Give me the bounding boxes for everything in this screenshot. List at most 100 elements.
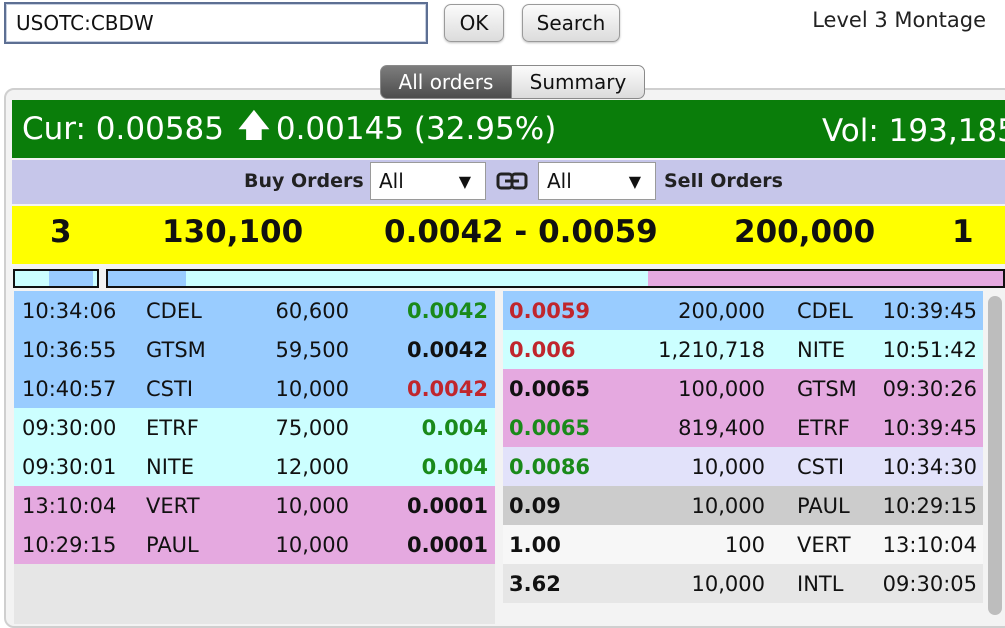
order-price: 0.0065 <box>509 377 591 401</box>
market-maker: CSTI <box>797 455 845 479</box>
order-time: 10:34:30 <box>882 455 977 479</box>
sell-order-row[interactable]: 0.0059 200,000 CDEL 10:39:45 <box>503 291 983 330</box>
order-price: 0.09 <box>509 494 561 518</box>
buy-table-empty-area <box>14 564 495 624</box>
order-time: 13:10:04 <box>882 533 977 557</box>
inside-market-summary: 3 130,100 0.0042 - 0.0059 200,000 1 <box>12 206 1005 264</box>
order-time: 10:36:55 <box>22 338 117 362</box>
order-size: 10,000 <box>275 377 349 401</box>
volume: Vol: 193,185 <box>822 113 1005 149</box>
order-size: 10,000 <box>275 533 349 557</box>
order-time: 09:30:00 <box>22 416 117 440</box>
order-time: 09:30:01 <box>22 455 117 479</box>
bid-size: 130,100 <box>162 214 304 250</box>
order-size: 10,000 <box>275 494 349 518</box>
market-maker: CDEL <box>797 299 853 323</box>
order-time: 10:51:42 <box>882 338 977 362</box>
buy-order-row[interactable]: 10:29:15 PAUL 10,000 0.0001 <box>14 525 495 564</box>
order-price: 0.006 <box>509 338 576 362</box>
buy-order-row[interactable]: 10:40:57 CSTI 10,000 0.0042 <box>14 369 495 408</box>
tab-all-orders[interactable]: All orders <box>380 65 512 99</box>
sell-order-row[interactable]: 1.00 100 VERT 13:10:04 <box>503 525 983 564</box>
spread: 0.0042 - 0.0059 <box>384 214 658 250</box>
order-price: 0.0065 <box>509 416 591 440</box>
order-price: 3.62 <box>509 572 561 596</box>
buy-order-row[interactable]: 10:34:06 CDEL 60,600 0.0042 <box>14 291 495 330</box>
market-maker: PAUL <box>146 533 199 557</box>
price-change: 0.00145 (32.95%) <box>275 111 557 147</box>
sell-order-row[interactable]: 0.0086 10,000 CSTI 10:34:30 <box>503 447 983 486</box>
order-size: 59,500 <box>275 338 349 362</box>
order-size: 10,000 <box>691 455 765 479</box>
order-price: 0.0042 <box>406 299 488 323</box>
order-price: 0.0059 <box>509 299 591 323</box>
order-size: 100,000 <box>678 377 765 401</box>
order-price: 0.0042 <box>406 338 488 362</box>
sell-order-row[interactable]: 0.006 1,210,718 NITE 10:51:42 <box>503 330 983 369</box>
market-maker: NITE <box>146 455 194 479</box>
sell-select-value: All <box>547 169 572 193</box>
filter-row: Buy Orders All ▼ All ▼ Sell Orders <box>12 160 1005 204</box>
order-size: 200,000 <box>678 299 765 323</box>
order-size: 819,400 <box>678 416 765 440</box>
scrollbar[interactable] <box>988 296 1002 615</box>
buy-order-row[interactable]: 13:10:04 VERT 10,000 0.0001 <box>14 486 495 525</box>
market-maker: VERT <box>797 533 851 557</box>
sell-orders-select[interactable]: All ▼ <box>538 162 656 200</box>
market-maker: NITE <box>797 338 845 362</box>
buy-select-value: All <box>379 169 404 193</box>
sell-orders-label: Sell Orders <box>664 170 783 192</box>
market-maker: GTSM <box>797 377 857 401</box>
order-price: 0.0001 <box>406 533 488 557</box>
order-time: 10:39:45 <box>882 299 977 323</box>
order-time: 13:10:04 <box>22 494 117 518</box>
ask-depth-bar <box>106 269 1005 288</box>
search-button[interactable]: Search <box>522 4 620 42</box>
market-maker: GTSM <box>146 338 206 362</box>
market-maker: ETRF <box>797 416 850 440</box>
link-icon[interactable] <box>496 170 528 192</box>
ask-count: 1 <box>952 214 974 250</box>
order-size: 100 <box>724 533 765 557</box>
bid-count: 3 <box>50 214 72 250</box>
order-price: 0.0086 <box>509 455 591 479</box>
ask-size: 200,000 <box>734 214 876 250</box>
market-maker: CDEL <box>146 299 202 323</box>
buy-orders-label: Buy Orders <box>244 170 364 192</box>
quote-header: Cur: 0.00585 🡅 0.00145 (32.95%) Vol: 193… <box>12 100 1005 158</box>
order-size: 60,600 <box>275 299 349 323</box>
order-price: 0.004 <box>421 455 488 479</box>
buy-order-row[interactable]: 09:30:00 ETRF 75,000 0.004 <box>14 408 495 447</box>
page-title: Level 3 Montage <box>812 8 986 32</box>
sell-order-row[interactable]: 0.0065 100,000 GTSM 09:30:26 <box>503 369 983 408</box>
symbol-input[interactable] <box>4 2 428 44</box>
order-time: 09:30:05 <box>882 572 977 596</box>
order-time: 10:29:15 <box>22 533 117 557</box>
tab-summary[interactable]: Summary <box>511 65 645 99</box>
buy-order-row[interactable]: 09:30:01 NITE 12,000 0.004 <box>14 447 495 486</box>
bid-depth-bar <box>13 269 99 288</box>
current-price: Cur: 0.00585 <box>22 111 224 147</box>
order-price: 0.0042 <box>406 377 488 401</box>
order-size: 10,000 <box>691 572 765 596</box>
order-size: 10,000 <box>691 494 765 518</box>
buy-orders-select[interactable]: All ▼ <box>370 162 486 200</box>
order-price: 1.00 <box>509 533 561 557</box>
order-size: 75,000 <box>275 416 349 440</box>
up-arrow-icon: 🡅 <box>237 107 270 144</box>
market-maker: ETRF <box>146 416 199 440</box>
buy-order-row[interactable]: 10:36:55 GTSM 59,500 0.0042 <box>14 330 495 369</box>
order-time: 09:30:26 <box>882 377 977 401</box>
order-time: 10:29:15 <box>882 494 977 518</box>
order-time: 10:34:06 <box>22 299 117 323</box>
sell-order-row[interactable]: 0.0065 819,400 ETRF 10:39:45 <box>503 408 983 447</box>
sell-order-row[interactable]: 3.62 10,000 INTL 09:30:05 <box>503 564 983 603</box>
order-size: 12,000 <box>275 455 349 479</box>
ok-button[interactable]: OK <box>444 4 504 42</box>
order-size: 1,210,718 <box>658 338 765 362</box>
market-maker: VERT <box>146 494 200 518</box>
sell-order-row[interactable]: 0.09 10,000 PAUL 10:29:15 <box>503 486 983 525</box>
market-maker: PAUL <box>797 494 850 518</box>
order-time: 10:40:57 <box>22 377 117 401</box>
chevron-down-icon: ▼ <box>458 171 471 191</box>
